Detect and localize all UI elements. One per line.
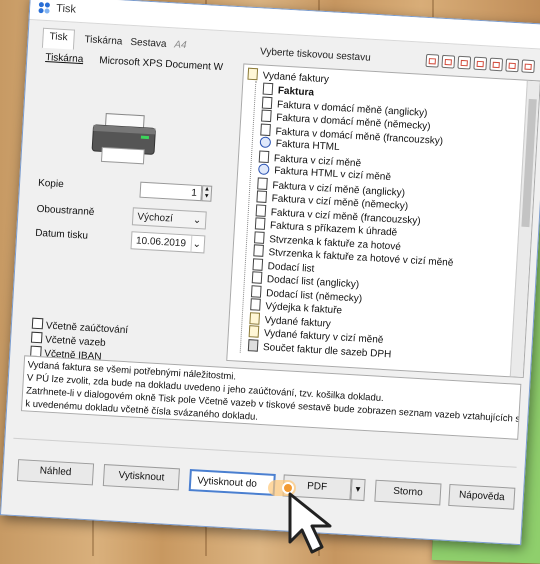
document-icon [255, 203, 267, 217]
document-icon [250, 298, 261, 311]
date-picker[interactable]: 10.06.2019 ⌄ [130, 231, 206, 254]
report-select-title: Vyberte tiskovou sestavu [259, 46, 371, 64]
folder-icon [247, 67, 259, 81]
doc-copy-icon[interactable] [441, 54, 456, 69]
app-icon [38, 2, 50, 14]
checkbox-box[interactable] [31, 317, 44, 330]
doc-new-icon[interactable] [425, 53, 440, 68]
window-title: Tisk [55, 2, 77, 16]
print-dialog: Tisk Tisk Tiskárna Sestava A4 Tiskárna M… [0, 0, 540, 546]
preview-button[interactable]: Náhled [16, 459, 95, 486]
pdf-dropdown-arrow[interactable]: ▼ [350, 478, 366, 502]
document-icon [256, 190, 268, 203]
document-icon [260, 123, 271, 136]
printer-icon [91, 113, 156, 165]
copies-spinner[interactable]: ▲ ▼ [201, 185, 213, 202]
document-icon [253, 244, 264, 257]
mouse-cursor-icon [288, 492, 332, 554]
checkbox-box[interactable] [30, 331, 43, 344]
document-icon [254, 230, 265, 244]
print-settings-panel: Tiskárna Microsoft XPS Document W Kopie … [23, 47, 236, 379]
date-label: Datum tisku [34, 227, 89, 242]
help-button[interactable]: Nápověda [448, 483, 516, 510]
document-icon [254, 217, 266, 230]
tree-root[interactable]: Vydané faktury [247, 67, 329, 85]
document-icon [250, 284, 262, 298]
document-icon [262, 82, 274, 96]
document-icon [252, 257, 264, 271]
report-tree[interactable]: Vydané faktury Faktura Faktura v domácí m… [226, 63, 540, 379]
doc-import-icon[interactable] [489, 57, 504, 72]
tab-strip: Tisk Tiskárna Sestava A4 [41, 27, 187, 51]
tab-a4: A4 [173, 39, 187, 52]
doc-help-icon[interactable] [521, 59, 536, 74]
doc-delete-icon[interactable] [473, 56, 488, 71]
document-icon [261, 109, 272, 123]
document-icon [261, 96, 273, 109]
print-to-button[interactable]: Vytisknout do [188, 468, 276, 496]
date-value: 10.06.2019 [135, 235, 187, 250]
summary-report-icon [247, 338, 259, 352]
cancel-button[interactable]: Storno [374, 479, 442, 506]
print-button[interactable]: Vytisknout [102, 464, 180, 491]
duplex-select[interactable]: Výchozí ⌄ [131, 207, 207, 230]
printer-name: Microsoft XPS Document W [98, 55, 224, 74]
html-report-icon [259, 136, 272, 149]
doc-export-icon[interactable] [505, 58, 520, 73]
copies-label: Kopie [37, 177, 64, 191]
document-icon [258, 149, 270, 163]
document-icon [257, 176, 268, 190]
html-report-icon [257, 163, 270, 176]
printer-link[interactable]: Tiskárna [45, 52, 84, 65]
copies-input[interactable]: 1 [139, 181, 203, 202]
document-icon [251, 271, 263, 284]
doc-edit-icon[interactable] [457, 55, 472, 70]
calendar-dropdown-icon[interactable]: ⌄ [190, 235, 203, 254]
scrollbar-thumb[interactable] [521, 98, 537, 228]
chevron-down-icon: ⌄ [192, 214, 202, 227]
list-report-icon [249, 311, 261, 325]
list-report-icon [248, 325, 260, 338]
duplex-label: Oboustranně [36, 203, 95, 219]
duplex-value: Výchozí [137, 211, 174, 225]
